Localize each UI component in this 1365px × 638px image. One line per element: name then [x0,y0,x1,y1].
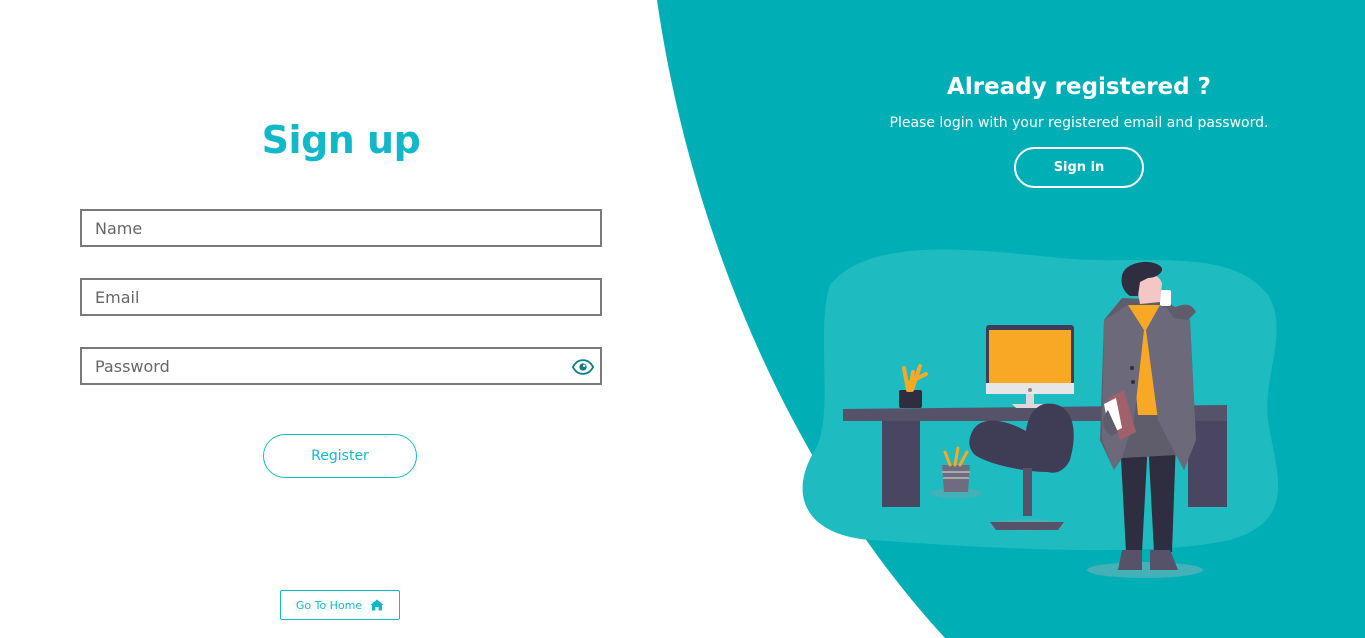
email-field[interactable] [80,278,602,316]
register-label: Register [311,448,369,464]
register-button[interactable]: Register [263,434,417,478]
go-to-home-button[interactable]: Go To Home [280,590,400,620]
sign-in-button[interactable]: Sign in [1014,147,1144,188]
desk-left-leg [882,421,920,507]
home-icon [370,599,384,611]
coffee-cup [1160,290,1171,306]
person-left-shoe [1118,550,1142,570]
chair-post [1023,468,1032,516]
password-input[interactable] [82,349,600,383]
login-panel-title: Already registered ? [947,74,1211,100]
login-panel-subtitle: Please login with your registered email … [889,115,1269,131]
go-to-home-label: Go To Home [295,598,363,612]
name-input[interactable] [82,211,600,245]
password-field[interactable] [80,347,602,385]
person-right-shoe [1150,550,1178,570]
desk-plant-pot [899,390,922,408]
office-person-illustration [802,249,1279,578]
eye-icon[interactable] [572,358,594,376]
person-shadow [1087,562,1203,578]
monitor-screen [989,330,1071,383]
email-input[interactable] [82,280,600,314]
name-field[interactable] [80,209,602,247]
sign-in-label: Sign in [1053,160,1105,175]
monitor-stand [1026,394,1034,404]
signup-title: Sign up [261,118,421,162]
